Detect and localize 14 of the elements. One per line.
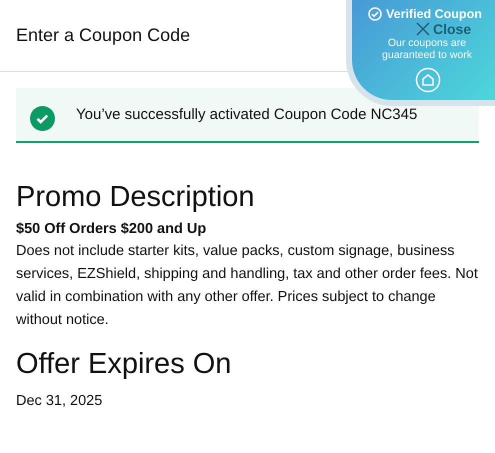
dialog-title: Enter a Coupon Code bbox=[16, 25, 190, 46]
check-circle-icon bbox=[30, 106, 55, 131]
check-circle-icon bbox=[368, 7, 382, 21]
close-icon bbox=[416, 22, 430, 36]
alert-message: You’ve successfully activated Coupon Code NC345 bbox=[76, 106, 418, 123]
section-heading: Promo Description bbox=[16, 181, 256, 214]
badge-title: Verified Coupon bbox=[386, 7, 482, 21]
badge-subtitle: Our coupons are guaranteed to work bbox=[381, 37, 473, 61]
section-heading: Offer Expires On bbox=[16, 348, 232, 381]
expiry-date: Dec 31, 2025 bbox=[16, 393, 104, 409]
offer-title: $50 Off Orders $200 and Up bbox=[16, 221, 208, 237]
house-icon bbox=[415, 67, 441, 93]
close-button[interactable]: Close bbox=[416, 22, 472, 36]
offer-details: Does not include starter kits, value packs, custom signage, business services, EZShield, shipping and handling, tax and other order fees. Not valid in combination with any other offer. Prices subject to change without notice. bbox=[16, 242, 479, 330]
